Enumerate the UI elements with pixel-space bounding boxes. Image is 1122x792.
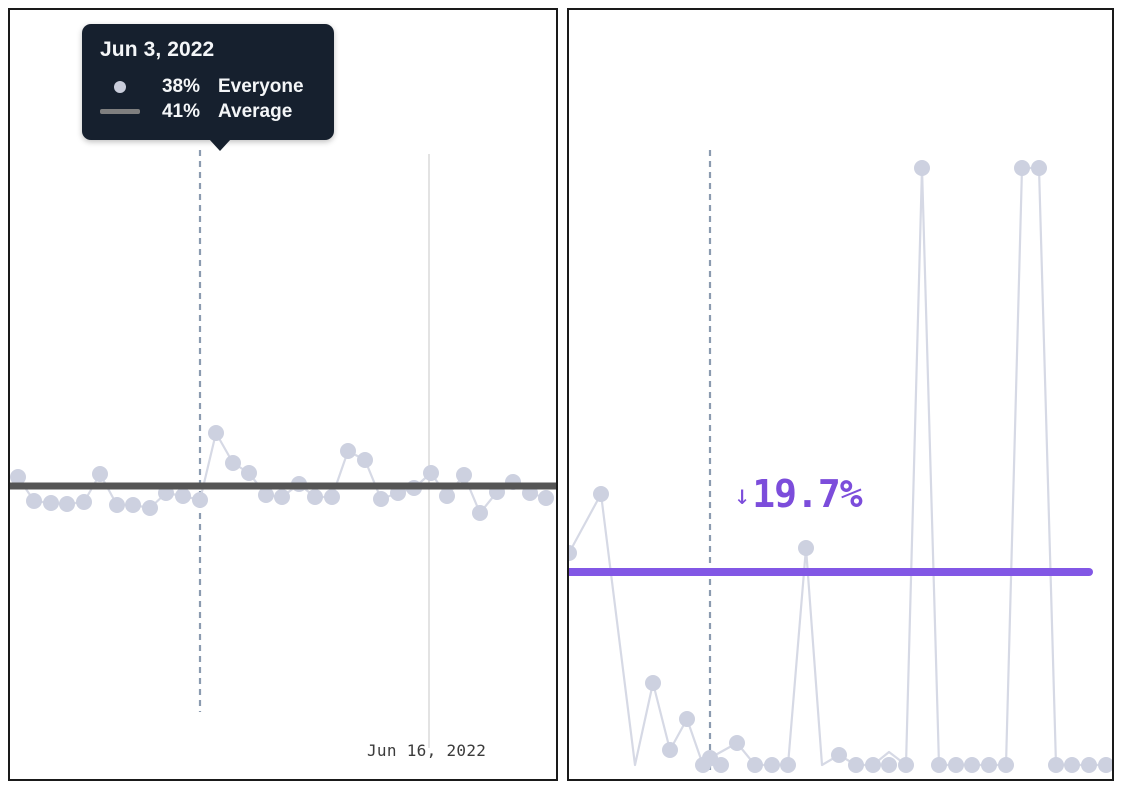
chart-svg-right [569, 150, 1112, 773]
chart-panel-right: Jul 25, 2022 4% Everyone 33% Average ↓19… [567, 8, 1114, 781]
tooltip-title-left: Jun 3, 2022 [100, 38, 215, 61]
plot-area-right [569, 10, 1112, 779]
delta-value: 19.7% [752, 472, 862, 516]
chart-panel-left: Jun 3, 2022 38% Everyone 41% Average Jun… [8, 8, 558, 781]
tooltip-row-everyone-left: 38% Everyone [100, 74, 316, 99]
tooltip-row-average-left: 41% Average [100, 99, 316, 124]
delta-annotation: ↓19.7% [734, 472, 863, 516]
series-points-everyone-left [10, 425, 554, 521]
series-points-everyone-right [569, 160, 1112, 773]
tooltip-value-average-left: 41% [161, 100, 200, 122]
axis-tick-label-date: Jun 16, 2022 [367, 741, 487, 760]
tooltip-left: Jun 3, 2022 38% Everyone 41% Average [82, 24, 334, 151]
tooltip-value-everyone-left: 38% [161, 75, 200, 97]
tooltip-label-average-left: Average [218, 100, 293, 122]
series-line-everyone-right [569, 166, 1108, 767]
screenshot-root: Jun 3, 2022 38% Everyone 41% Average Jun… [0, 0, 1122, 792]
legend-dot-icon [100, 80, 140, 93]
arrow-down-icon: ↓ [734, 480, 750, 511]
legend-line-icon [100, 109, 140, 114]
tooltip-label-everyone-left: Everyone [218, 75, 304, 97]
tooltip-pointer-left [209, 139, 231, 151]
